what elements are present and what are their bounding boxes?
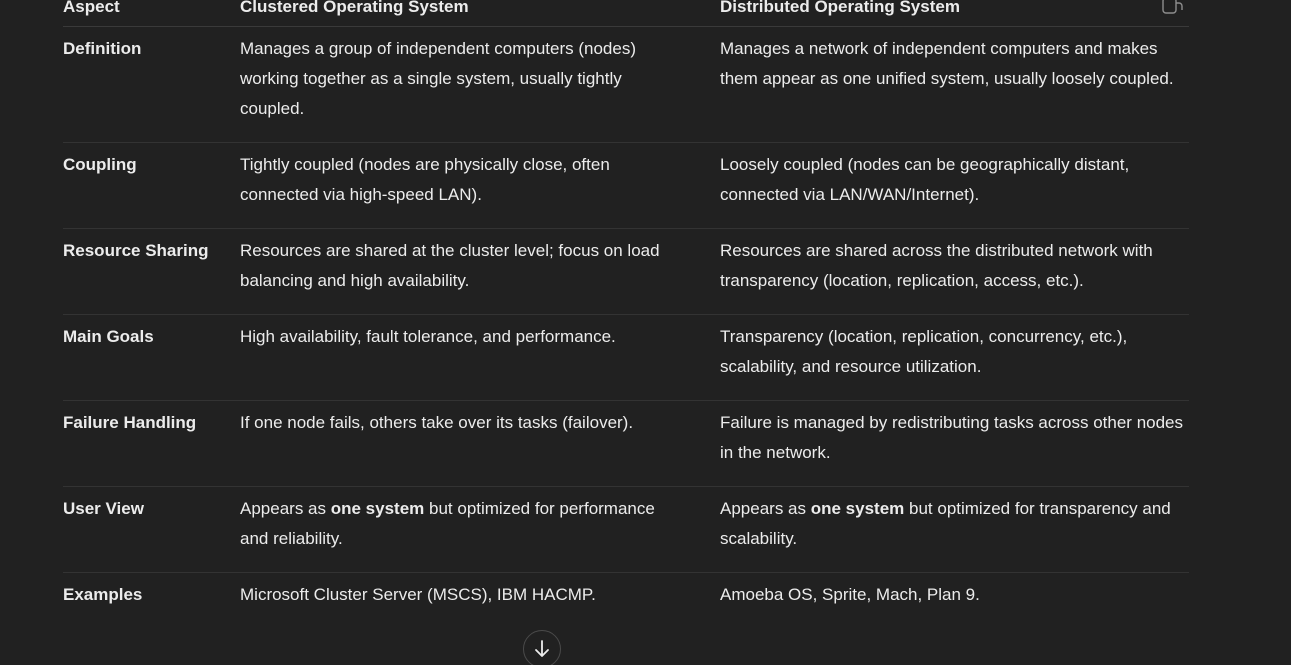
header-clustered: Clustered Operating System	[240, 0, 469, 16]
table-header-row: Aspect Clustered Operating System Distri…	[63, 0, 1189, 27]
chat-content: Aspect Clustered Operating System Distri…	[0, 0, 1291, 665]
cell-clustered: High availability, fault tolerance, and …	[240, 327, 616, 346]
cell-clustered: Resources are shared at the cluster leve…	[240, 241, 660, 290]
table-row: User View Appears as one system but opti…	[63, 487, 1189, 573]
cell-distributed: Amoeba OS, Sprite, Mach, Plan 9.	[720, 585, 980, 604]
table-row: Coupling Tightly coupled (nodes are phys…	[63, 143, 1189, 229]
cell-aspect: Coupling	[63, 155, 137, 174]
cell-aspect: Main Goals	[63, 327, 154, 346]
table-row: Examples Microsoft Cluster Server (MSCS)…	[63, 573, 1189, 633]
cell-clustered: Tightly coupled (nodes are physically cl…	[240, 155, 610, 204]
table-row: Resource Sharing Resources are shared at…	[63, 229, 1189, 315]
table-row: Definition Manages a group of independen…	[63, 27, 1189, 143]
cell-aspect: Examples	[63, 585, 143, 604]
cell-clustered: Microsoft Cluster Server (MSCS), IBM HAC…	[240, 585, 596, 604]
header-aspect: Aspect	[63, 0, 120, 16]
cell-bold-text: one system	[810, 499, 905, 518]
cell-bold-text: one system	[330, 499, 425, 518]
comparison-table: Aspect Clustered Operating System Distri…	[63, 0, 1189, 633]
scroll-to-bottom-button[interactable]	[523, 630, 561, 665]
cell-clustered: If one node fails, others take over its …	[240, 413, 634, 432]
cell-text: Appears as	[720, 499, 811, 518]
arrow-down-icon	[533, 631, 551, 664]
copy-icon[interactable]	[1162, 0, 1184, 16]
cell-clustered: Manages a group of independent computers…	[240, 39, 636, 118]
table-row: Failure Handling If one node fails, othe…	[63, 401, 1189, 487]
cell-distributed: Appears as one system but optimized for …	[720, 494, 1190, 557]
table-row: Main Goals High availability, fault tole…	[63, 315, 1189, 401]
cell-aspect: Resource Sharing	[63, 241, 209, 260]
cell-text: Appears as	[240, 499, 331, 518]
cell-aspect: User View	[63, 499, 144, 518]
cell-clustered: Appears as one system but optimized for …	[240, 494, 720, 557]
cell-distributed: Manages a network of independent compute…	[720, 39, 1174, 88]
header-distributed: Distributed Operating System	[720, 0, 960, 16]
cell-distributed: Transparency (location, replication, con…	[720, 327, 1128, 376]
cell-distributed: Resources are shared across the distribu…	[720, 241, 1153, 290]
cell-distributed: Loosely coupled (nodes can be geographic…	[720, 155, 1130, 204]
cell-aspect: Definition	[63, 39, 142, 58]
cell-aspect: Failure Handling	[63, 413, 197, 432]
cell-distributed: Failure is managed by redistributing tas…	[720, 413, 1184, 462]
